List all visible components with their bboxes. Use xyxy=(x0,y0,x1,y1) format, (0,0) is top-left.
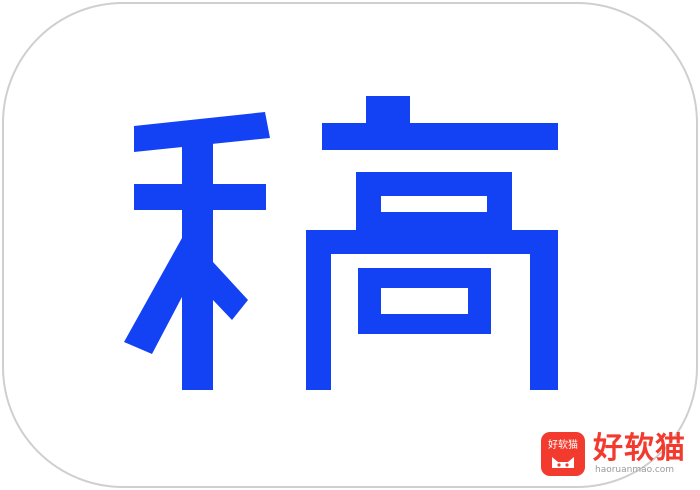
watermark-name: 好软猫 xyxy=(593,431,686,466)
watermark-badge: 好软猫 xyxy=(541,432,585,476)
watermark-badge-label: 好软猫 xyxy=(548,440,578,451)
watermark: 好软猫 好软猫 haoruanmao.com xyxy=(541,430,686,478)
watermark-text: 好软猫 haoruanmao.com xyxy=(593,431,686,476)
image-canvas: 好软猫 好软猫 haoruanmao.com xyxy=(0,0,700,490)
watermark-url: haoruanmao.com xyxy=(595,465,675,475)
gao-logo-icon xyxy=(124,96,558,390)
cat-face-icon xyxy=(552,457,574,468)
